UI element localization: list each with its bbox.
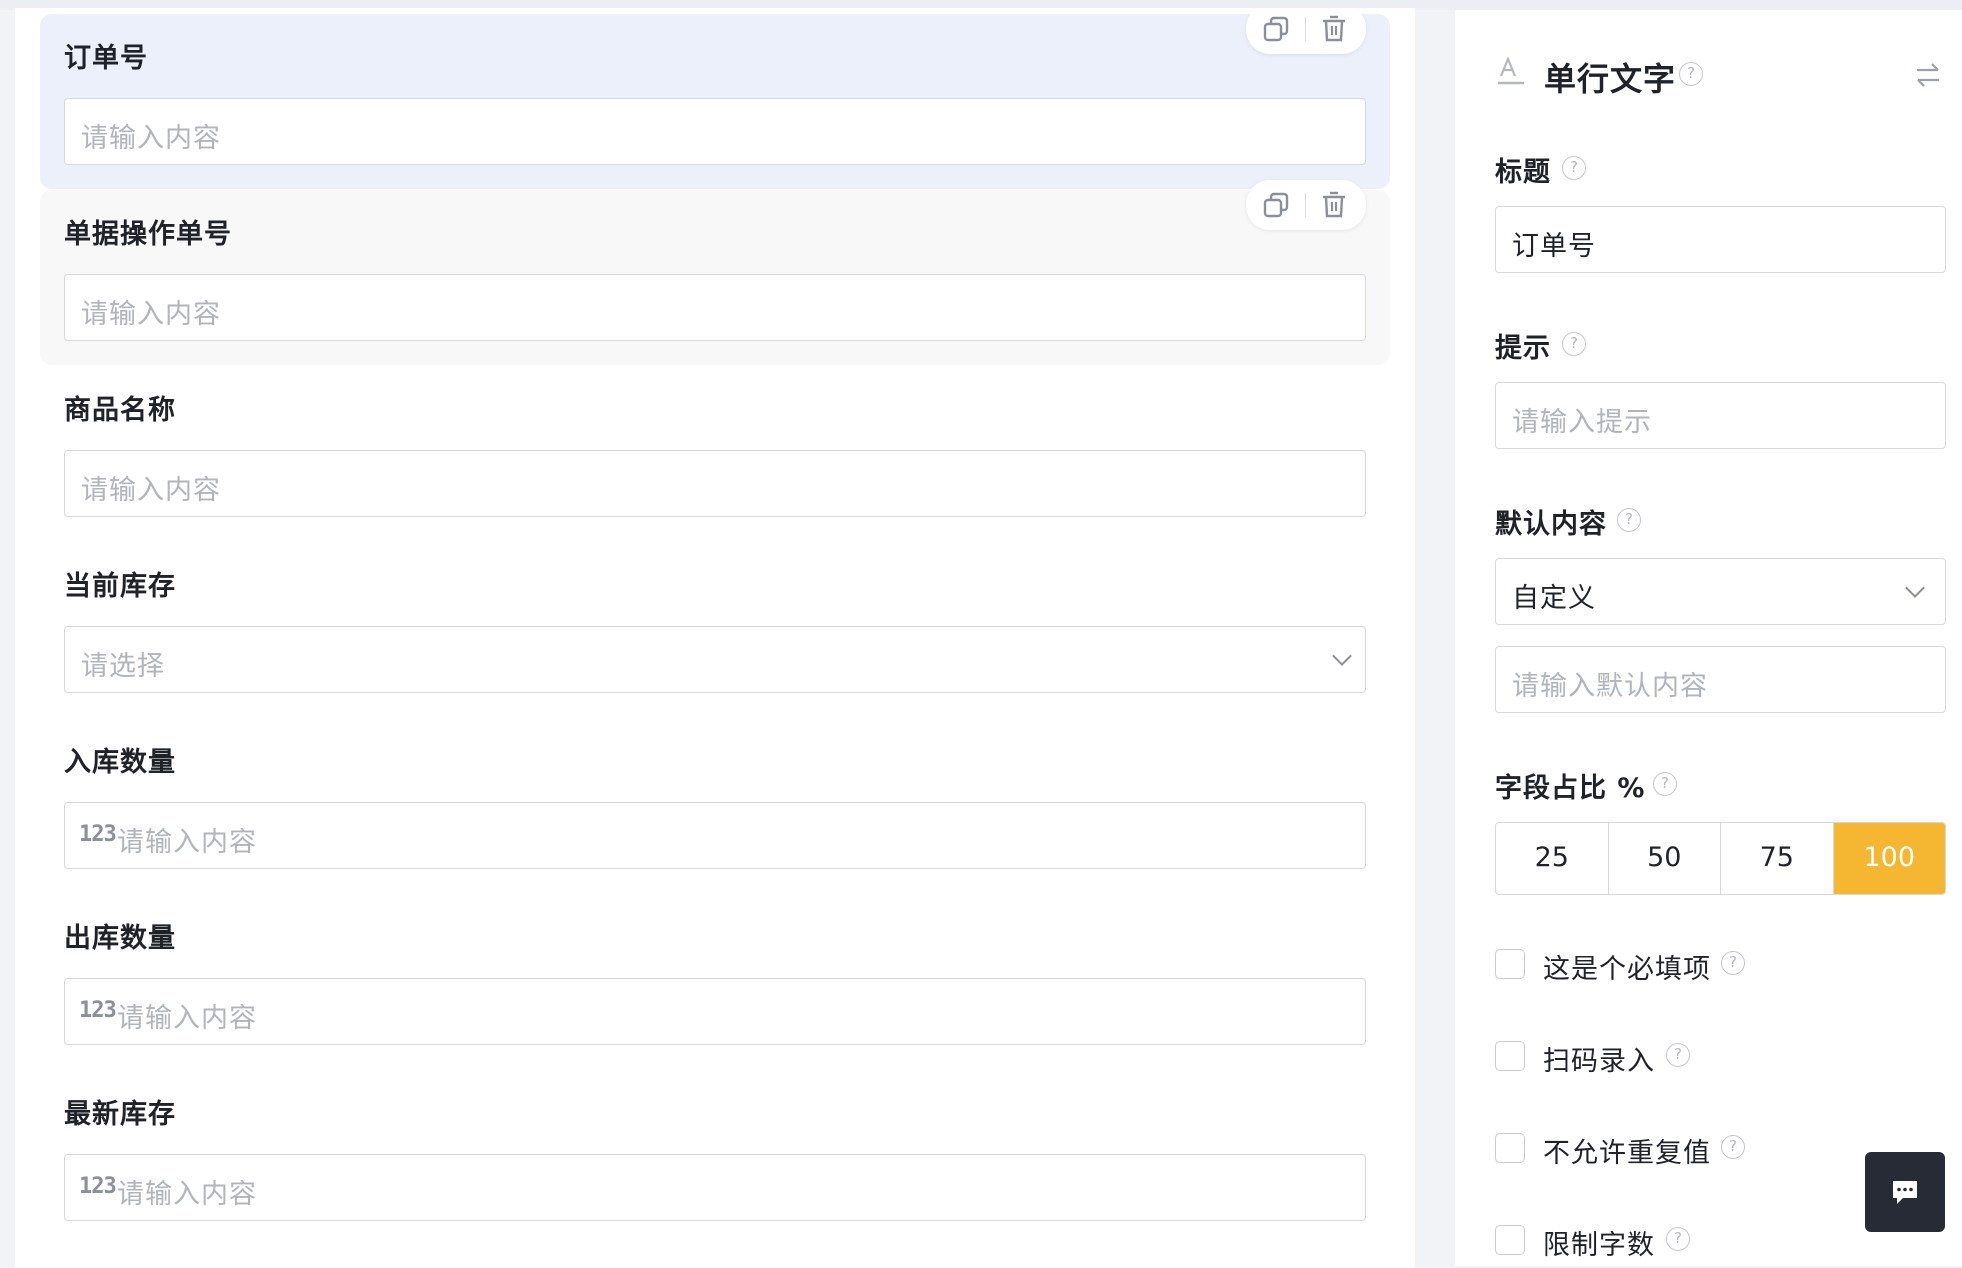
form-field-order-no[interactable]: 订单号 请输入内容 xyxy=(40,8,1390,189)
title-input[interactable]: 订单号 xyxy=(1495,206,1946,273)
chat-button[interactable] xyxy=(1865,1152,1945,1232)
field-label: 订单号 xyxy=(64,43,148,74)
form-canvas: 订单号 请输入内容 单据操作单号 请输入内容 商品名称 请输入内容 当前库存 请… xyxy=(15,8,1415,1268)
hint-input[interactable]: 请输入提示 xyxy=(1495,382,1946,449)
help-icon[interactable]: ? xyxy=(1617,508,1641,532)
chat-icon xyxy=(1893,1181,1917,1204)
width-option-50[interactable]: 50 xyxy=(1608,823,1721,894)
trash-icon[interactable] xyxy=(1320,191,1348,219)
hint-label: 提示 xyxy=(1495,333,1551,364)
default-content-select-value: 自定义 xyxy=(1512,583,1596,614)
hint-input-placeholder: 请输入提示 xyxy=(1512,407,1652,438)
required-checkbox[interactable] xyxy=(1495,949,1525,979)
no-duplicate-checkbox[interactable] xyxy=(1495,1133,1525,1163)
help-icon[interactable]: ? xyxy=(1653,772,1677,796)
outbound-qty-input[interactable]: 123 请输入内容 xyxy=(64,978,1366,1045)
number-icon: 123 xyxy=(79,998,117,1023)
chevron-down-icon xyxy=(1905,578,1925,598)
checkbox-label: 限制字数 xyxy=(1543,1230,1655,1261)
order-no-input[interactable]: 请输入内容 xyxy=(64,98,1366,165)
default-content-label: 默认内容 xyxy=(1495,509,1607,540)
field-label: 商品名称 xyxy=(64,395,176,426)
width-ratio-segmented: 25 50 75 100 xyxy=(1495,822,1946,895)
form-field-document-no[interactable]: 单据操作单号 请输入内容 xyxy=(40,180,1390,365)
chevron-down-icon xyxy=(1332,646,1352,666)
field-label: 入库数量 xyxy=(64,747,176,778)
form-field-outbound-qty[interactable]: 出库数量 123 请输入内容 xyxy=(40,894,1390,1069)
default-content-select[interactable]: 自定义 xyxy=(1495,558,1946,625)
scan-input-checkbox[interactable] xyxy=(1495,1041,1525,1071)
title-input-value: 订单号 xyxy=(1512,231,1596,262)
input-placeholder: 请输入内容 xyxy=(81,123,221,154)
text-field-icon xyxy=(1498,56,1524,85)
width-ratio-label: 字段占比 % xyxy=(1495,773,1646,804)
number-icon: 123 xyxy=(79,822,117,847)
field-label: 出库数量 xyxy=(64,923,176,954)
help-icon[interactable]: ? xyxy=(1562,332,1586,356)
document-no-input[interactable]: 请输入内容 xyxy=(64,274,1366,341)
width-option-25[interactable]: 25 xyxy=(1496,823,1609,894)
form-field-inbound-qty[interactable]: 入库数量 123 请输入内容 xyxy=(40,718,1390,893)
help-icon[interactable]: ? xyxy=(1666,1043,1690,1067)
width-option-100[interactable]: 100 xyxy=(1833,823,1945,894)
product-name-input[interactable]: 请输入内容 xyxy=(64,450,1366,517)
limit-length-checkbox[interactable] xyxy=(1495,1225,1525,1255)
swap-icon[interactable] xyxy=(1913,60,1943,90)
input-placeholder: 请输入内容 xyxy=(117,1179,257,1210)
actions-divider xyxy=(1305,17,1306,41)
current-stock-select[interactable]: 请选择 xyxy=(64,626,1366,693)
checkbox-label: 不允许重复值 xyxy=(1543,1138,1711,1169)
field-actions xyxy=(1246,180,1366,230)
form-field-latest-stock[interactable]: 最新库存 123 请输入内容 xyxy=(40,1070,1390,1245)
help-icon[interactable]: ? xyxy=(1721,1135,1745,1159)
default-content-input[interactable]: 请输入默认内容 xyxy=(1495,646,1946,713)
select-placeholder: 请选择 xyxy=(81,651,165,682)
copy-icon[interactable] xyxy=(1262,16,1290,42)
help-icon[interactable]: ? xyxy=(1562,156,1586,180)
input-placeholder: 请输入内容 xyxy=(117,827,257,858)
width-option-75[interactable]: 75 xyxy=(1721,823,1834,894)
help-icon[interactable]: ? xyxy=(1666,1227,1690,1251)
input-placeholder: 请输入内容 xyxy=(117,1003,257,1034)
checkbox-label: 扫码录入 xyxy=(1543,1046,1655,1077)
number-icon: 123 xyxy=(79,1174,117,1199)
checkbox-label: 这是个必填项 xyxy=(1543,954,1711,985)
help-icon[interactable]: ? xyxy=(1721,951,1745,975)
input-placeholder: 请输入内容 xyxy=(81,299,221,330)
properties-panel: 单行文字 ? 标题 ? 订单号 提示 ? 请输入提示 默认内容 ? 自定义 请输… xyxy=(1455,10,1962,1266)
form-field-product-name[interactable]: 商品名称 请输入内容 xyxy=(40,366,1390,541)
actions-divider xyxy=(1305,193,1306,217)
help-icon[interactable]: ? xyxy=(1679,62,1703,86)
field-label: 单据操作单号 xyxy=(64,219,232,250)
copy-icon[interactable] xyxy=(1262,192,1290,218)
trash-icon[interactable] xyxy=(1320,15,1348,43)
form-field-current-stock[interactable]: 当前库存 请选择 xyxy=(40,542,1390,717)
panel-title: 单行文字 xyxy=(1544,60,1677,98)
field-label: 当前库存 xyxy=(64,571,176,602)
title-label: 标题 xyxy=(1495,157,1551,188)
latest-stock-input[interactable]: 123 请输入内容 xyxy=(64,1154,1366,1221)
field-label: 最新库存 xyxy=(64,1099,176,1130)
field-actions xyxy=(1246,8,1366,54)
default-content-placeholder: 请输入默认内容 xyxy=(1512,671,1708,702)
inbound-qty-input[interactable]: 123 请输入内容 xyxy=(64,802,1366,869)
input-placeholder: 请输入内容 xyxy=(81,475,221,506)
